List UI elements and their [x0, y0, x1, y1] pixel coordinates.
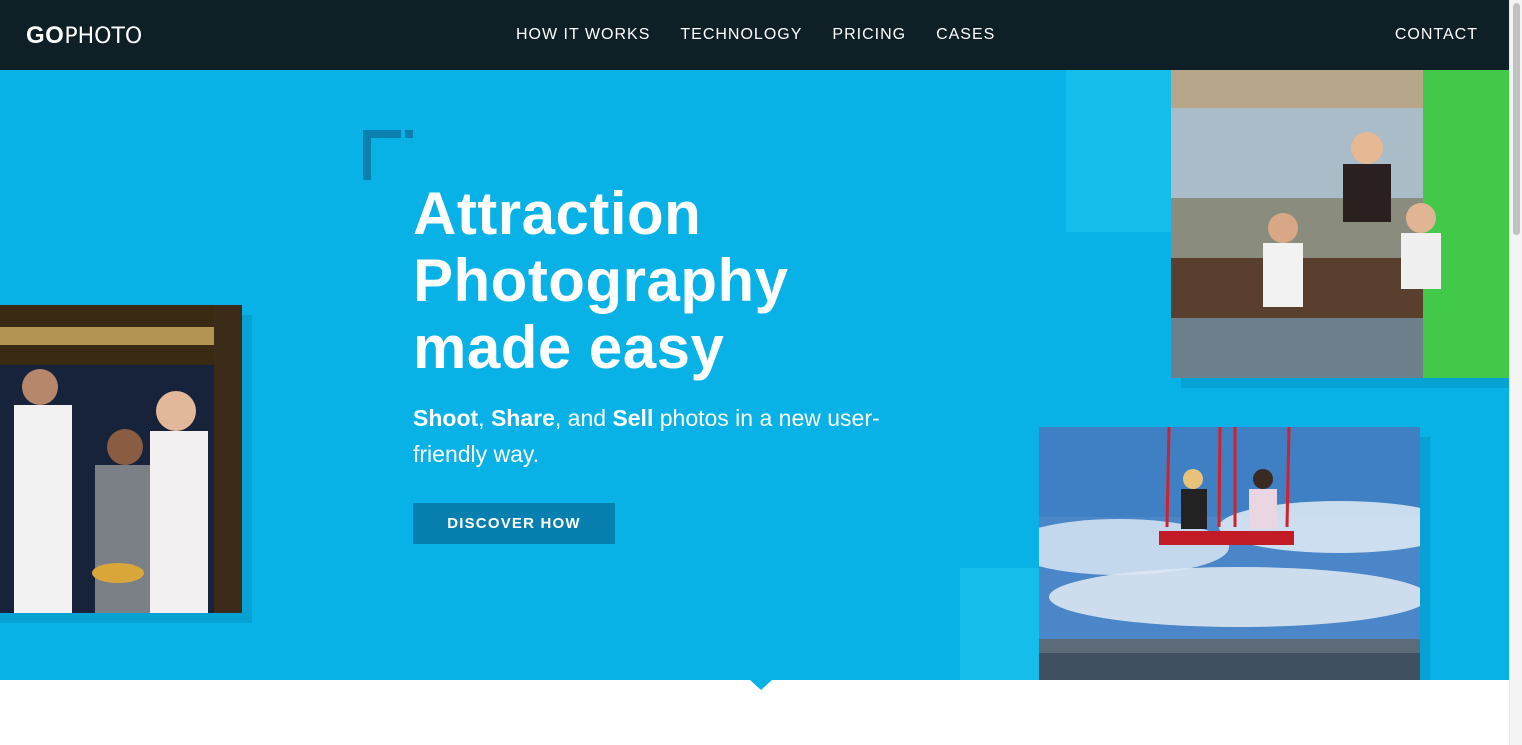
- headline-line-3: made easy: [413, 314, 725, 381]
- headline-line-2: Photography: [413, 247, 789, 314]
- logo[interactable]: GOPHOTO: [26, 22, 142, 51]
- swing-image: [1039, 427, 1420, 680]
- page-scrollbar[interactable]: [1509, 0, 1522, 745]
- hero-section: Attraction Photography made easy Shoot, …: [0, 70, 1509, 680]
- decor-square-top: [1066, 70, 1176, 232]
- sub-share: Share: [490, 405, 555, 431]
- hero-subheading: Shoot, Share, and Sell photos in a new u…: [413, 400, 893, 472]
- city-greenscreen-image: [1171, 70, 1509, 378]
- discover-how-button[interactable]: DISCOVER HOW: [413, 503, 615, 544]
- city-greenscreen-photo: [1171, 70, 1509, 378]
- nav-cases[interactable]: CASES: [936, 26, 995, 44]
- nav-technology[interactable]: TECHNOLOGY: [680, 26, 802, 44]
- nav-how-it-works[interactable]: HOW IT WORKS: [516, 26, 650, 44]
- swing-photo: [1039, 427, 1420, 680]
- nav-contact[interactable]: CONTACT: [1395, 26, 1478, 44]
- decor-square-bottom: [960, 568, 1040, 680]
- scrollbar-thumb[interactable]: [1513, 3, 1520, 235]
- sub-shoot: Shoot: [413, 405, 479, 431]
- museum-group-photo: [0, 305, 242, 613]
- logo-photo: PHOTO: [64, 24, 143, 49]
- main-nav: HOW IT WORKS TECHNOLOGY PRICING CASES: [516, 0, 1025, 70]
- museum-group-image: [0, 305, 242, 613]
- sub-sep-1: ,: [478, 405, 491, 431]
- sub-sep-2: , and: [554, 405, 613, 431]
- site-header: GOPHOTO HOW IT WORKS TECHNOLOGY PRICING …: [0, 0, 1509, 70]
- headline-line-1: Attraction: [413, 180, 702, 247]
- contact-nav: CONTACT: [1395, 0, 1478, 70]
- sub-sell: Sell: [612, 405, 654, 431]
- bracket-corner-top: [363, 130, 401, 138]
- bracket-corner-dot: [405, 130, 413, 138]
- nav-pricing[interactable]: PRICING: [832, 26, 906, 44]
- down-pointer-icon: [750, 680, 772, 690]
- logo-go: GO: [26, 22, 65, 49]
- hero-headline: Attraction Photography made easy: [413, 180, 933, 381]
